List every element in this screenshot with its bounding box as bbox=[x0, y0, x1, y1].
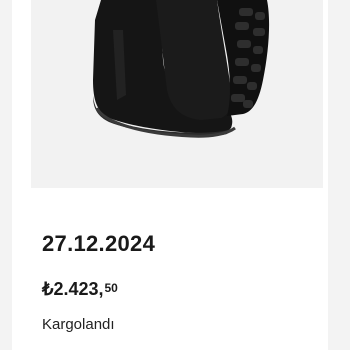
product-image[interactable] bbox=[31, 0, 323, 188]
price-main: ₺2.423, bbox=[42, 279, 104, 299]
order-date: 27.12.2024 bbox=[42, 231, 156, 256]
order-card[interactable]: 27.12.2024 ₺2.423,50 Kargolandı bbox=[12, 0, 328, 350]
rubber-boots-icon bbox=[93, 0, 270, 138]
order-price: ₺2.423,50 bbox=[42, 279, 118, 300]
shipping-status: Kargolandı bbox=[42, 316, 115, 333]
price-cents: 50 bbox=[104, 281, 118, 295]
